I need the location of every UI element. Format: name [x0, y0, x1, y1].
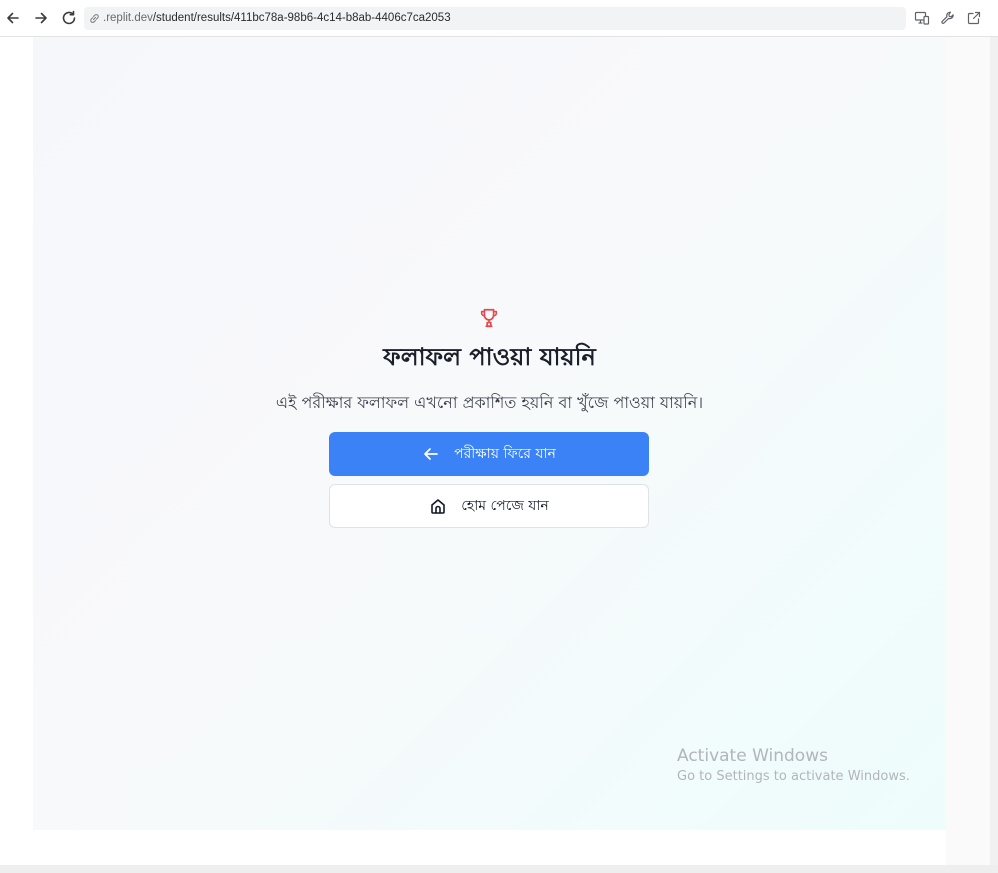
url-path: /student/results/411bc78a-98b6-4c14-b8ab… [152, 12, 451, 24]
back-to-exam-button[interactable]: পরীক্ষায় ফিরে যান [329, 432, 649, 476]
watermark-line-1: Activate Windows [677, 746, 828, 766]
reload-icon[interactable] [60, 9, 78, 27]
scrollbar-track[interactable] [990, 37, 998, 865]
forward-icon[interactable] [32, 9, 50, 27]
url-host: .replit.dev [103, 12, 153, 24]
not-found-message: এই পরীক্ষার ফলাফল এখনো প্রকাশিত হয়নি বা… [275, 393, 704, 412]
go-home-label: হোম পেজে যান [461, 498, 549, 514]
browser-toolbar: .replit.dev/student/results/411bc78a-98b… [0, 0, 998, 37]
windows-activation-watermark: Activate Windows Go to Settings to activ… [677, 745, 910, 787]
link-icon [88, 12, 101, 25]
wrench-icon[interactable] [940, 10, 956, 26]
page-title: ফলাফল পাওয়া যায়নি [383, 343, 596, 371]
watermark-line-2: Go to Settings to activate Windows. [677, 769, 910, 784]
page-right-margin [946, 37, 990, 865]
open-external-icon[interactable] [966, 10, 982, 26]
devices-icon[interactable] [914, 10, 930, 26]
go-home-button[interactable]: হোম পেজে যান [329, 484, 649, 528]
back-to-exam-label: পরীক্ষায় ফিরে যান [454, 446, 556, 462]
url-text: .replit.dev/student/results/411bc78a-98b… [103, 11, 451, 26]
arrow-left-icon [422, 445, 440, 463]
home-icon [429, 497, 447, 515]
address-bar[interactable]: .replit.dev/student/results/411bc78a-98b… [84, 7, 906, 30]
page-viewport: ফলাফল পাওয়া যায়নি এই পরীক্ষার ফলাফল এখ… [0, 37, 998, 865]
trophy-icon [478, 307, 500, 329]
browser-window: .replit.dev/student/results/411bc78a-98b… [0, 0, 998, 865]
window-bottom-edge [0, 865, 998, 873]
back-icon[interactable] [4, 9, 22, 27]
results-page: ফলাফল পাওয়া যায়নি এই পরীক্ষার ফলাফল এখ… [33, 37, 946, 830]
